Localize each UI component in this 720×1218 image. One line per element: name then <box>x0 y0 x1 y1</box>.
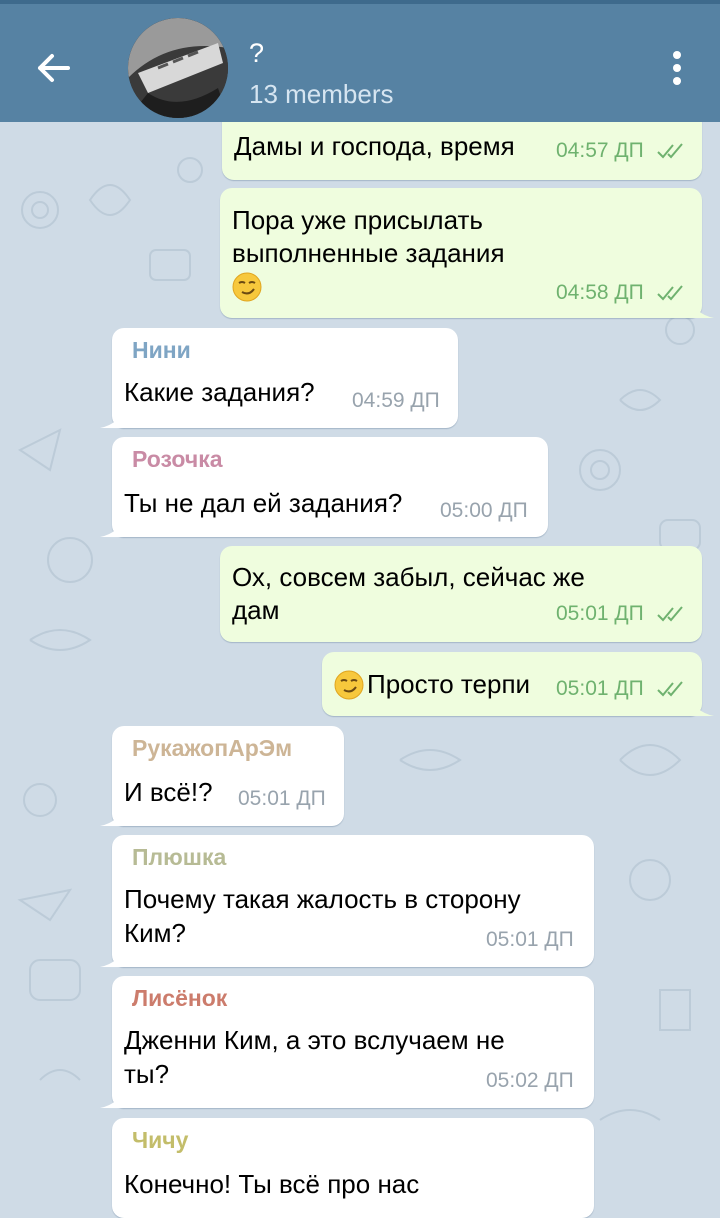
bubble-tail <box>100 406 124 428</box>
smirk-emoji-icon <box>334 670 364 700</box>
avatar-image <box>128 18 228 118</box>
bubble-tail <box>100 1086 124 1108</box>
message-text-line: дам <box>232 595 280 625</box>
message-text-line: Почему такая жалость в сторону <box>124 884 521 914</box>
message-text: Дамы и господа, время <box>234 131 515 161</box>
message-time: 05:01 ДП <box>486 928 574 951</box>
message-text: Просто терпи <box>367 669 531 699</box>
message-incoming[interactable]: Лисёнок Дженни Ким, а это вслучаем не ты… <box>100 976 594 1108</box>
message-incoming[interactable]: Нини Какие задания? 04:59 ДП <box>100 328 458 428</box>
sender-name[interactable]: Лисёнок <box>132 984 227 1012</box>
double-check-icon <box>657 143 683 159</box>
bubble-tail <box>100 945 124 967</box>
message-time: 05:02 ДП <box>486 1069 574 1092</box>
message-text-line: выполненные задания <box>232 238 505 268</box>
sender-name[interactable]: РукажопАрЭм <box>132 734 292 762</box>
message-text-line: Ох, совсем забыл, сейчас же <box>232 562 585 592</box>
members-count: 13 members <box>249 79 394 109</box>
bubble-tail <box>100 804 124 826</box>
message-time: 05:00 ДП <box>440 499 528 522</box>
double-check-icon <box>657 285 683 301</box>
message-text-line: ты? <box>124 1059 170 1089</box>
sender-name[interactable]: Нини <box>132 336 191 364</box>
message-incoming[interactable]: РукажопАрЭм И всё!? 05:01 ДП <box>100 726 344 826</box>
sender-name[interactable]: Розочка <box>132 445 223 473</box>
message-incoming[interactable]: Плюшка Почему такая жалость в сторону Ки… <box>100 835 594 967</box>
sender-name[interactable]: Плюшка <box>132 843 226 871</box>
sender-name[interactable]: Чичу <box>132 1126 188 1154</box>
message-time: 05:01 ДП <box>238 787 326 810</box>
chat-title: ? <box>249 38 265 68</box>
message-outgoing[interactable]: Просто терпи 05:01 ДП <box>322 652 714 716</box>
bubble-tail <box>100 515 124 537</box>
message-time: 04:57 ДП <box>556 139 644 162</box>
chat-header: ? 13 members <box>0 0 720 122</box>
smirk-emoji-icon <box>232 272 262 302</box>
message-text: Конечно! Ты всё про нас <box>124 1169 420 1199</box>
message-text: Ты не дал ей задания? <box>124 488 403 518</box>
message-time: 05:01 ДП <box>556 602 644 625</box>
message-time: 04:59 ДП <box>352 389 440 412</box>
double-check-icon <box>657 681 683 697</box>
message-incoming[interactable]: Чичу Конечно! Ты всё про нас <box>112 1118 594 1218</box>
message-outgoing[interactable]: Ох, совсем забыл, сейчас же дам 05:01 ДП <box>220 546 702 642</box>
message-text-line: Ким? <box>124 918 187 948</box>
message-text-line: Пора уже присылать <box>232 205 483 235</box>
message-text: И всё!? <box>124 777 213 807</box>
back-arrow-icon[interactable] <box>30 44 78 92</box>
bubble-tail <box>690 694 714 716</box>
message-time: 05:01 ДП <box>556 677 644 700</box>
message-text: Какие задания? <box>124 377 315 407</box>
bubble-tail <box>690 296 714 318</box>
message-outgoing[interactable]: Пора уже присылать выполненные задания 0… <box>220 188 714 318</box>
message-incoming[interactable]: Розочка Ты не дал ей задания? 05:00 ДП <box>100 437 548 537</box>
group-avatar[interactable] <box>128 18 228 118</box>
message-time: 04:58 ДП <box>556 281 644 304</box>
message-text-line: Дженни Ким, а это вслучаем не <box>124 1025 505 1055</box>
double-check-icon <box>657 606 683 622</box>
overflow-menu-icon[interactable] <box>660 44 694 92</box>
